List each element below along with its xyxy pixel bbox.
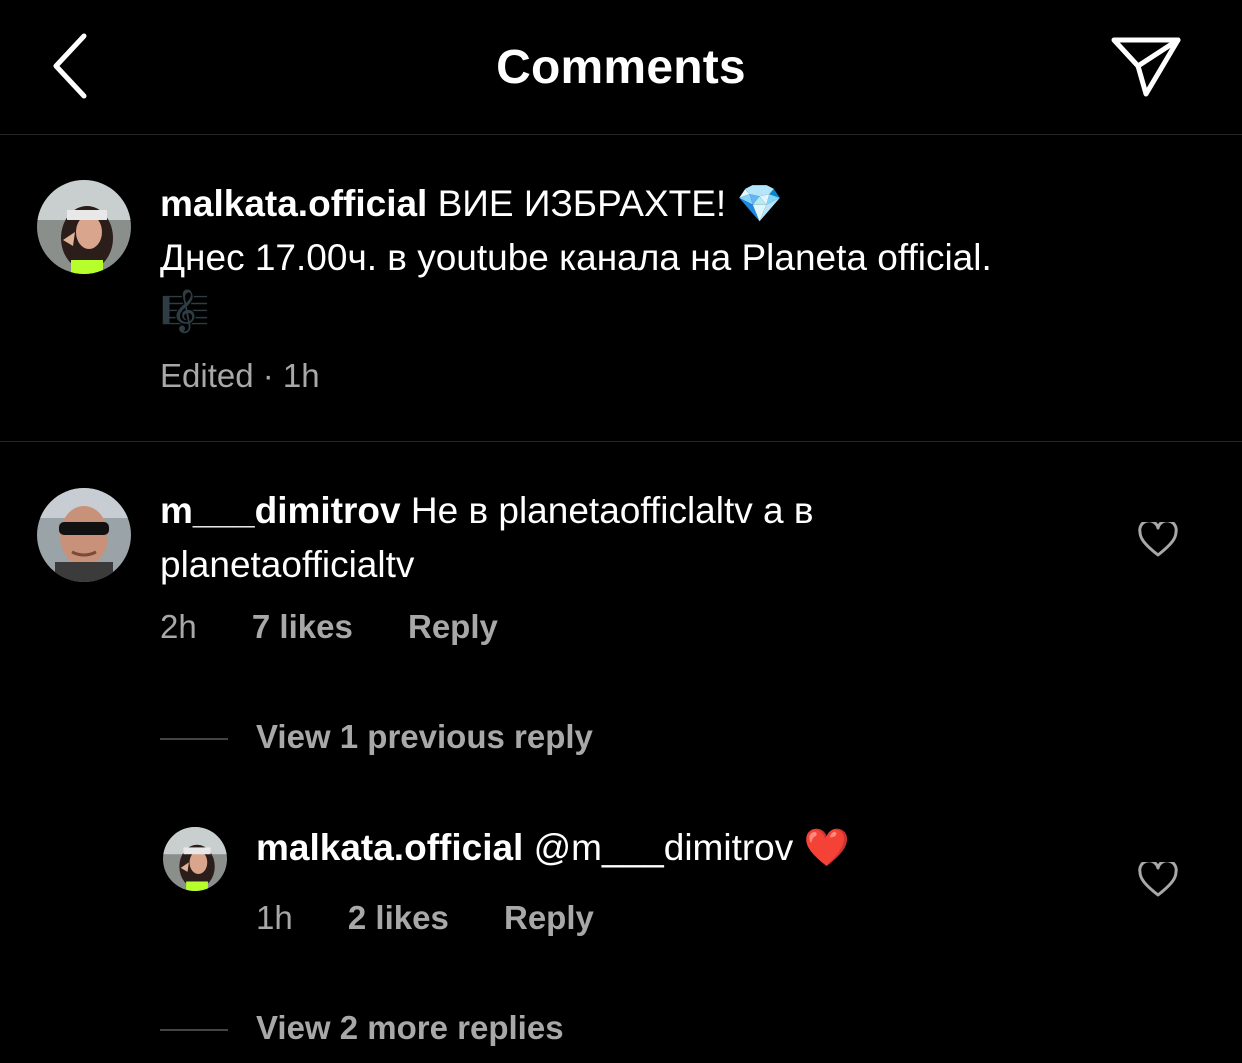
comment-likes[interactable]: 7 likes <box>252 608 353 645</box>
post-caption: malkata.official ВИЕ ИЗБРАХТЕ! 💎 Днес 17… <box>0 135 1242 442</box>
avatar[interactable] <box>163 827 227 891</box>
view-more-label: View 2 more replies <box>256 1009 564 1046</box>
comment-meta: 2h 7 likes Reply <box>160 608 544 646</box>
comment-username[interactable]: m___dimitrov <box>160 490 401 531</box>
view-previous-label: View 1 previous reply <box>256 718 593 755</box>
avatar[interactable] <box>37 180 131 274</box>
reply-button[interactable]: Reply <box>504 899 594 936</box>
caption-line-3: 🎼 <box>160 290 210 334</box>
heart-icon <box>1138 859 1178 897</box>
reply-username[interactable]: malkata.official <box>256 827 523 868</box>
reply-time: 1h <box>256 899 293 936</box>
heart-icon <box>1138 519 1178 557</box>
divider-line <box>160 1029 228 1032</box>
caption-line-2: Днес 17.00ч. в youtube канала на Planeta… <box>160 237 992 278</box>
comment-text: m___dimitrov Не в planetaofficlaltv а в … <box>160 484 1060 592</box>
avatar[interactable] <box>37 488 131 582</box>
reply-likes[interactable]: 2 likes <box>348 899 449 936</box>
like-button[interactable] <box>1138 859 1178 898</box>
share-button[interactable] <box>1104 30 1188 106</box>
caption-text: malkata.official ВИЕ ИЗБРАХТЕ! 💎 Днес 17… <box>160 177 1200 339</box>
comment-time: 2h <box>160 608 197 645</box>
paper-plane-icon <box>1111 37 1181 97</box>
page-title: Comments <box>496 41 746 94</box>
view-previous-replies[interactable]: View 1 previous reply <box>160 718 593 756</box>
reply-meta: 1h 2 likes Reply <box>256 899 640 937</box>
view-more-replies[interactable]: View 2 more replies <box>160 1009 564 1047</box>
caption-line-1: ВИЕ ИЗБРАХТЕ! 💎 <box>437 183 783 224</box>
like-button[interactable] <box>1138 519 1178 558</box>
header-bar: Comments <box>0 0 1242 135</box>
reply-body: @m___dimitrov ❤️ <box>533 827 850 868</box>
reply-text: malkata.official @m___dimitrov ❤️ <box>256 821 1076 875</box>
reply-button[interactable]: Reply <box>408 608 498 645</box>
caption-meta: Edited · 1h <box>160 357 320 394</box>
divider-line <box>160 738 228 741</box>
caption-username[interactable]: malkata.official <box>160 183 427 224</box>
